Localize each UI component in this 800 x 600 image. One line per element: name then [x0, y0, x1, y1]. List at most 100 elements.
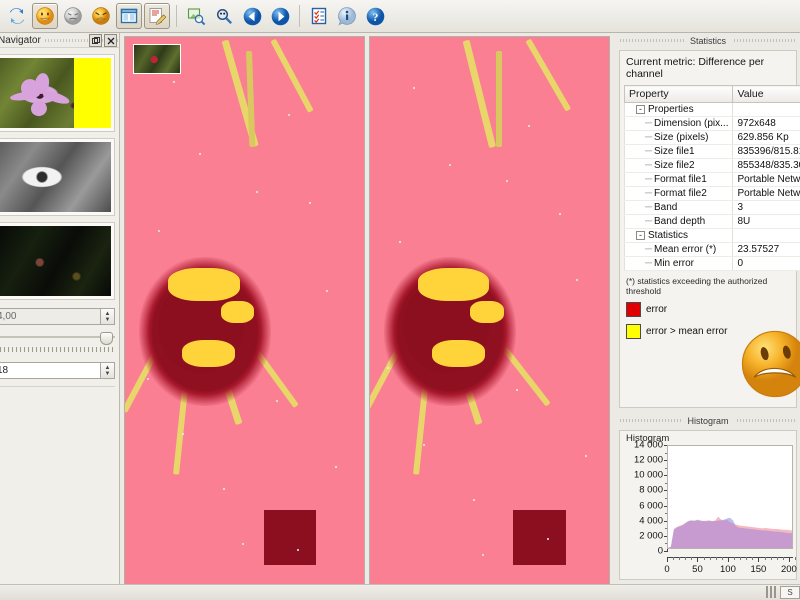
y-axis-tick-label: 14 000	[620, 440, 663, 451]
row-value	[733, 103, 800, 117]
column-header-property[interactable]: Property	[625, 86, 733, 103]
zoom-fit-icon[interactable]	[183, 3, 209, 29]
x-axis-minor-tick	[752, 557, 753, 560]
row-property: ─Band depth	[625, 215, 733, 229]
threshold-stepper[interactable]: 4,00 ▲ ▼	[0, 308, 115, 325]
zoom-slider-handle[interactable]	[100, 332, 113, 345]
thumbnail-greyscale-image[interactable]	[0, 138, 115, 216]
toolbar-separator-2	[299, 5, 300, 27]
table-row[interactable]: ─Min error0	[625, 257, 800, 271]
zoom-slider[interactable]	[0, 332, 115, 354]
x-axis-tick-label: 150	[750, 564, 766, 575]
x-axis-minor-tick	[722, 557, 723, 560]
thumbnail-reference-image[interactable]	[0, 54, 115, 132]
row-property: ─Mean error (*)	[625, 243, 733, 257]
info-icon[interactable]	[334, 3, 360, 29]
navigator-header: Navigator	[0, 33, 119, 48]
y-axis-tick-label: 12 000	[620, 455, 663, 466]
x-axis-minor-tick	[777, 557, 778, 560]
refresh-icon[interactable]	[4, 3, 30, 29]
x-axis-tick	[667, 557, 668, 562]
table-row[interactable]: -Statistics	[625, 229, 800, 243]
status-corner-button[interactable]: S	[780, 586, 800, 599]
x-axis-minor-tick	[685, 557, 686, 560]
y-axis-tick-label: 4 000	[620, 515, 663, 526]
column-header-value[interactable]: Value	[733, 86, 800, 103]
navigator-dock: Navigator	[0, 33, 120, 600]
forward-arrow-icon[interactable]	[267, 3, 293, 29]
row-property: ─Size (pixels)	[625, 131, 733, 145]
smiley-sad-icon[interactable]	[88, 3, 114, 29]
y-axis-tick-label: 6 000	[620, 500, 663, 511]
x-axis-tick	[728, 557, 729, 562]
statistics-table[interactable]: Property Value -Properties─Dimension (pi…	[624, 85, 800, 271]
x-axis-minor-tick	[746, 557, 747, 560]
back-arrow-icon[interactable]	[239, 3, 265, 29]
resize-grip[interactable]	[766, 586, 778, 598]
table-row[interactable]: ─Band3	[625, 201, 800, 215]
y-axis-tick	[664, 551, 668, 552]
svg-text:?: ?	[372, 12, 378, 24]
row-value	[733, 229, 800, 243]
table-row[interactable]: ─Format file1Portable Network	[625, 173, 800, 187]
smiley-grey-icon[interactable]	[60, 3, 86, 29]
threshold-stepper-arrows[interactable]: ▲ ▼	[101, 308, 115, 325]
navigation-thumbnail[interactable]	[133, 44, 181, 74]
y-axis-tick-label: 0	[620, 546, 663, 557]
image-panel-left[interactable]	[124, 36, 365, 588]
row-property: ─Format file2	[625, 187, 733, 201]
zoom-slider-track[interactable]	[0, 336, 115, 338]
histogram-plot-area	[667, 445, 793, 549]
x-axis-minor-tick	[691, 557, 692, 560]
yellow-error-band	[74, 58, 111, 128]
split-view-icon[interactable]	[116, 3, 142, 29]
status-bar: S	[0, 584, 800, 600]
zoom-value[interactable]: 18	[0, 362, 101, 379]
zoom-stepper-arrows[interactable]: ▲ ▼	[101, 362, 115, 379]
current-metric-label: Current metric: Difference per channel	[624, 55, 792, 85]
x-axis-tick-label: 50	[692, 564, 703, 575]
table-row[interactable]: ─Mean error (*)23.57527	[625, 243, 800, 257]
threshold-footnote: (*) statistics exceeding the authorized …	[626, 276, 790, 296]
table-header-row: Property Value	[625, 86, 800, 103]
x-axis-minor-tick	[771, 557, 772, 560]
table-row[interactable]: ─Size file1835396/815.816 K	[625, 145, 800, 159]
table-row[interactable]: ─Band depth8U	[625, 215, 800, 229]
threshold-value[interactable]: 4,00	[0, 308, 101, 325]
histogram-panel-header: Histogram	[616, 413, 800, 428]
application-window: ? Navigator	[0, 0, 800, 600]
help-icon[interactable]: ?	[362, 3, 388, 29]
row-value: Portable Network	[733, 187, 800, 201]
chevron-down-icon[interactable]: ▼	[105, 371, 111, 377]
zoom-stepper[interactable]: 18 ▲ ▼	[0, 362, 115, 379]
thumbnail-difference-image[interactable]	[0, 222, 115, 300]
float-icon[interactable]	[89, 34, 102, 47]
smiley-happy-icon[interactable]	[32, 3, 58, 29]
x-axis-tick-label: 200	[781, 564, 797, 575]
table-row[interactable]: ─Format file2Portable Network	[625, 187, 800, 201]
toolbar-separator-1	[176, 5, 177, 27]
row-property: ─Dimension (pix...	[625, 117, 733, 131]
histogram-chart[interactable]: Histogram 02 0004 0006 0008 00010 00012 …	[619, 430, 797, 580]
row-value: 3	[733, 201, 800, 215]
close-icon[interactable]	[104, 34, 117, 47]
chevron-down-icon[interactable]: ▼	[105, 317, 111, 323]
main-toolbar: ?	[0, 0, 800, 33]
y-axis-tick-label: 2 000	[620, 530, 663, 541]
checklist-icon[interactable]	[306, 3, 332, 29]
x-axis-minor-tick	[673, 557, 674, 560]
table-row[interactable]: ─Dimension (pix...972x648	[625, 117, 800, 131]
expander-icon[interactable]: -	[636, 231, 645, 240]
expander-icon[interactable]: -	[636, 105, 645, 114]
table-row[interactable]: ─Size file2855348/835.301 K	[625, 159, 800, 173]
legend-item-error: error	[626, 302, 790, 317]
table-row[interactable]: ─Size (pixels)629.856 Kp	[625, 131, 800, 145]
table-row[interactable]: -Properties	[625, 103, 800, 117]
image-panel-right[interactable]	[369, 36, 610, 588]
x-axis-tick	[758, 557, 759, 562]
histogram-panel: Histogram Histogram 02 0004 0006 0008 00…	[616, 413, 800, 600]
x-axis-tick	[789, 557, 790, 562]
zoom-icon[interactable]	[211, 3, 237, 29]
row-value: 8U	[733, 215, 800, 229]
report-edit-icon[interactable]	[144, 3, 170, 29]
